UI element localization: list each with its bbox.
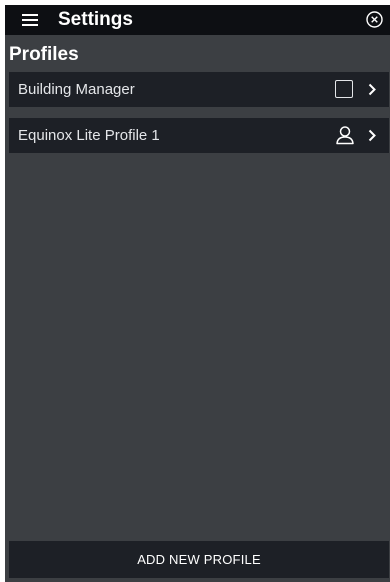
hamburger-menu-icon[interactable] bbox=[22, 14, 38, 26]
top-app-bar: Settings bbox=[5, 5, 390, 35]
chevron-right-icon[interactable] bbox=[368, 83, 376, 96]
user-icon[interactable] bbox=[335, 125, 355, 145]
profile-row-equinox-lite[interactable]: Equinox Lite Profile 1 bbox=[9, 118, 389, 153]
add-new-profile-button[interactable]: ADD NEW PROFILE bbox=[9, 541, 389, 578]
checkbox-icon[interactable] bbox=[335, 80, 353, 98]
profile-label: Equinox Lite Profile 1 bbox=[18, 127, 160, 144]
chevron-right-icon[interactable] bbox=[368, 129, 376, 142]
close-circle-icon[interactable] bbox=[366, 11, 383, 28]
section-title-profiles: Profiles bbox=[9, 44, 79, 65]
profile-label: Building Manager bbox=[18, 81, 135, 98]
profile-row-building-manager[interactable]: Building Manager bbox=[9, 72, 389, 107]
settings-screen: Settings Profiles Building Manager Equin… bbox=[5, 5, 390, 582]
page-title: Settings bbox=[58, 9, 133, 30]
